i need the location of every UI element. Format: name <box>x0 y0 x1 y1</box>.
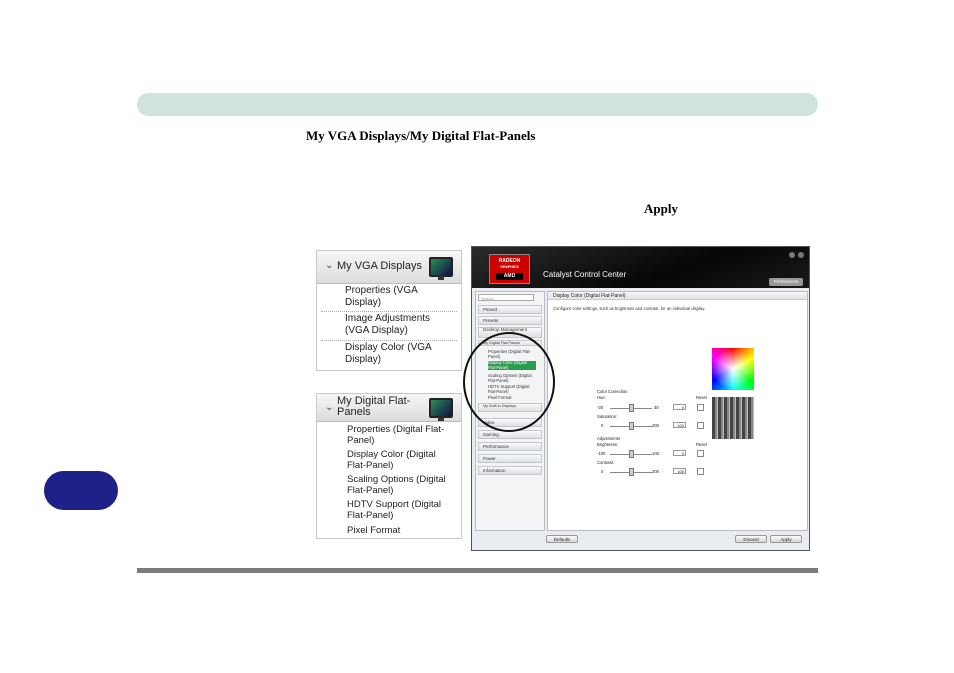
logo-text: RADEON <box>498 258 521 264</box>
flat-item-display-color[interactable]: Display Color (Digital Flat-Panel) <box>347 449 455 471</box>
saturation-value[interactable]: 100 <box>673 422 686 428</box>
footer-rule <box>137 568 818 573</box>
ccc-content-pane: Display Color (Digital Flat-Panel) Confi… <box>547 291 808 531</box>
saturation-max: 200 <box>652 423 659 428</box>
hue-value[interactable]: 0 <box>673 404 686 410</box>
flat-panel-title: My Digital Flat-Panels <box>337 395 411 418</box>
vga-item-image-adjustments[interactable]: Image Adjustments (VGA Display) <box>345 313 445 337</box>
brightness-min: -100 <box>597 451 606 456</box>
hue-reset-checkbox[interactable] <box>697 404 704 411</box>
flat-item-hdtv-support[interactable]: HDTV Support (Digital Flat-Panel) <box>347 499 455 521</box>
search-input[interactable]: Search <box>478 294 534 301</box>
minimize-icon[interactable] <box>789 252 795 258</box>
flat-item-pixel-format[interactable]: Pixel Format <box>347 525 455 536</box>
nav-performance[interactable]: Performance <box>478 442 542 451</box>
reset-label: Reset <box>696 395 707 400</box>
flat-item-scaling-options[interactable]: Scaling Options (Digital Flat-Panel) <box>347 474 455 496</box>
saturation-reset-checkbox[interactable] <box>697 422 704 429</box>
logo-text: GRAPHICS <box>500 265 519 269</box>
color-wheel-preview <box>712 348 754 390</box>
nav-presets[interactable]: Presets <box>478 316 542 325</box>
saturation-label: Saturation: <box>597 414 618 419</box>
color-correction-label: Color Correction <box>597 389 628 394</box>
close-icon[interactable] <box>798 252 804 258</box>
chapter-tab <box>44 471 118 510</box>
divider <box>321 340 457 341</box>
vga-displays-panel: ⌄ My VGA Displays Properties (VGA Displa… <box>316 250 462 371</box>
contrast-value[interactable]: 100 <box>673 468 686 474</box>
page-description: Configure color settings, such as bright… <box>553 306 706 311</box>
saturation-min: 0 <box>601 423 604 428</box>
header-bar <box>137 93 818 116</box>
page-title: Display Color (Digital Flat-Panel) <box>548 292 807 300</box>
defaults-button[interactable]: Defaults <box>546 535 578 543</box>
brightness-value[interactable]: 0 <box>673 450 686 456</box>
monitor-icon <box>429 398 453 421</box>
reset-label: Reset <box>696 442 707 447</box>
chevron-down-icon: ⌄ <box>325 402 334 413</box>
contrast-reset-checkbox[interactable] <box>697 468 704 475</box>
flat-item-properties[interactable]: Properties (Digital Flat-Panel) <box>347 424 455 446</box>
brightness-slider-thumb[interactable] <box>629 450 634 458</box>
hue-max: 30 <box>654 405 659 410</box>
vga-item-display-color[interactable]: Display Color (VGA Display) <box>345 342 445 366</box>
apply-button[interactable]: Apply <box>770 535 802 543</box>
hue-label: Hue: <box>597 395 606 400</box>
vga-item-properties[interactable]: Properties (VGA Display) <box>345 285 445 309</box>
nav-pinned[interactable]: Pinned <box>478 305 542 314</box>
hue-slider-thumb[interactable] <box>629 404 634 412</box>
chevron-down-icon: ⌄ <box>325 260 334 271</box>
divider <box>321 311 457 312</box>
section-heading: My VGA Displays/My Digital Flat-Panels <box>306 128 536 143</box>
saturation-slider-thumb[interactable] <box>629 422 634 430</box>
brightness-label: Brightness: <box>597 442 618 447</box>
discard-button[interactable]: Discard <box>735 535 767 543</box>
ccc-title-bar: RADEON GRAPHICS AMD Catalyst Control Cen… <box>472 247 809 288</box>
apply-keyword: Apply <box>644 201 678 216</box>
grayscale-preview <box>712 397 754 439</box>
vga-panel-title: My VGA Displays <box>337 260 422 272</box>
hue-min: -30 <box>597 405 604 410</box>
nav-power[interactable]: Power <box>478 454 542 463</box>
contrast-slider-thumb[interactable] <box>629 468 634 476</box>
monitor-icon <box>429 257 453 280</box>
amd-radeon-logo: RADEON GRAPHICS AMD <box>489 254 530 284</box>
flat-panel-header[interactable]: ⌄ My Digital Flat-Panels <box>317 394 461 422</box>
highlight-circle <box>463 332 555 432</box>
vga-panel-header[interactable]: ⌄ My VGA Displays <box>317 251 461 284</box>
app-title: Catalyst Control Center <box>543 270 627 279</box>
nav-information[interactable]: Information <box>478 466 542 475</box>
preferences-button[interactable]: Preferences <box>769 278 803 286</box>
adjustments-label: Adjustments <box>597 436 621 441</box>
contrast-label: Contrast: <box>597 460 614 465</box>
logo-text: AMD <box>496 273 523 280</box>
brightness-max: 100 <box>652 451 659 456</box>
brightness-reset-checkbox[interactable] <box>697 450 704 457</box>
contrast-min: 0 <box>601 469 604 474</box>
digital-flat-panels-panel: ⌄ My Digital Flat-Panels Properties (Dig… <box>316 393 462 539</box>
contrast-max: 200 <box>652 469 659 474</box>
